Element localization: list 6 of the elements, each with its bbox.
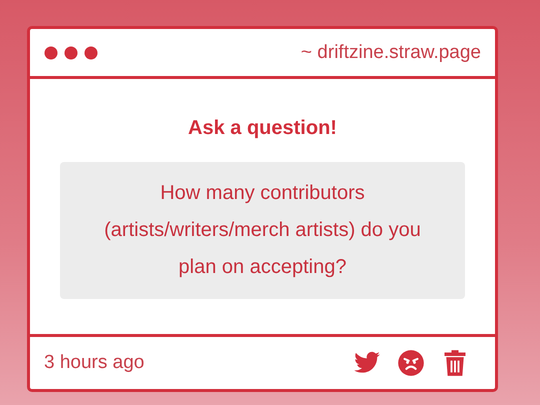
site-address: ~ driftzine.straw.page <box>300 42 481 64</box>
card-title: Ask a question! <box>188 117 337 140</box>
angry-face-icon[interactable] <box>397 349 425 377</box>
timestamp: 3 hours ago <box>44 352 144 374</box>
window-dots-icon <box>44 46 98 60</box>
question-text: How many contributors (artists/writers/merch artists) do you plan on accepting? <box>103 181 422 280</box>
